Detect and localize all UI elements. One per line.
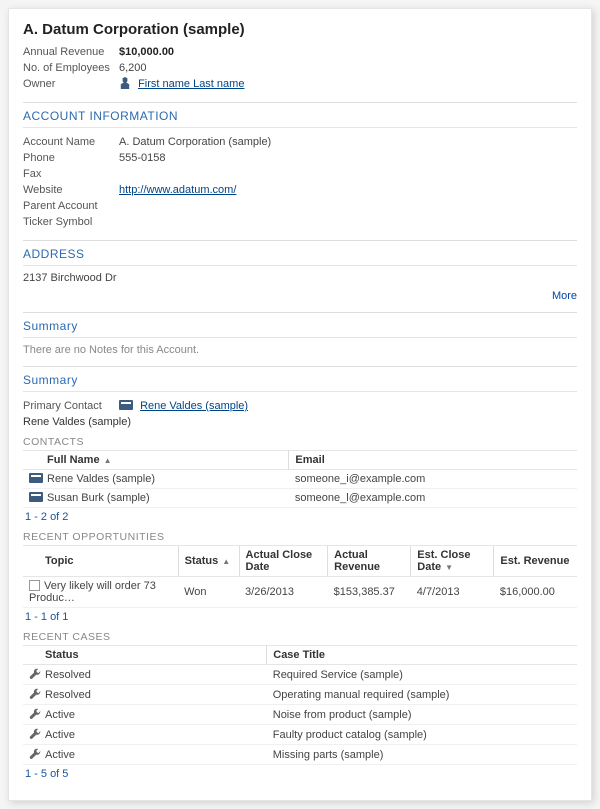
table-row[interactable]: Rene Valdes (sample) someone_i@example.co… [23,470,577,489]
opp-est-close: 4/7/2013 [411,577,494,608]
opportunities-pager[interactable]: 1 - 1 of 1 [25,611,577,623]
checkbox-icon[interactable] [29,580,40,591]
case-status: Resolved [23,665,267,685]
website-link[interactable]: http://www.adatum.com/ [119,184,236,196]
employees-label: No. of Employees [23,60,119,76]
page-title: A. Datum Corporation (sample) [23,21,577,38]
table-row[interactable]: ActiveMissing parts (sample) [23,745,577,765]
case-title: Missing parts (sample) [267,745,577,765]
table-row[interactable]: ResolvedRequired Service (sample) [23,665,577,685]
opportunities-table: Topic Status Actual Close Date Actual Re… [23,545,577,608]
contact-email: someone_l@example.com [289,489,577,508]
contacts-col-name[interactable]: Full Name [23,451,289,470]
address-more-link[interactable]: More [552,290,577,302]
account-info-row: Account NameA. Datum Corporation (sample… [23,134,577,150]
person-icon [119,77,131,89]
contact-card-icon [29,473,43,483]
table-row[interactable]: ActiveNoise from product (sample) [23,705,577,725]
account-info-row: Ticker Symbol [23,214,577,230]
primary-contact-link[interactable]: Rene Valdes (sample) [140,400,248,412]
opp-topic: Very likely will order 73 Produc… [23,577,178,608]
wrench-icon [29,728,41,740]
case-status: Resolved [23,685,267,705]
header-row-revenue: Annual Revenue $10,000.00 [23,44,577,60]
owner-link[interactable]: First name Last name [138,78,244,90]
cases-pager[interactable]: 1 - 5 of 5 [25,768,577,780]
primary-contact-row: Primary Contact Rene Valdes (sample) [23,398,577,414]
case-title: Operating manual required (sample) [267,685,577,705]
employees-value: 6,200 [119,60,147,76]
owner-label: Owner [23,76,119,92]
annual-revenue-label: Annual Revenue [23,44,119,60]
account-info-row: Websitehttp://www.adatum.com/ [23,182,577,198]
header-row-employees: No. of Employees 6,200 [23,60,577,76]
opp-actual-rev: $153,385.37 [328,577,411,608]
case-status: Active [23,705,267,725]
opp-col-topic[interactable]: Topic [23,546,178,577]
case-title: Faulty product catalog (sample) [267,725,577,745]
contact-email: someone_i@example.com [289,470,577,489]
annual-revenue-value: $10,000.00 [119,44,174,60]
primary-contact-label: Primary Contact [23,398,119,414]
cases-col-status[interactable]: Status [23,646,267,665]
account-info-row: Parent Account [23,198,577,214]
account-info-label: Account Name [23,134,119,150]
account-info-value: A. Datum Corporation (sample) [119,134,271,150]
case-status: Active [23,725,267,745]
account-info-label: Ticker Symbol [23,214,119,230]
account-info-value: http://www.adatum.com/ [119,182,236,198]
wrench-icon [29,688,41,700]
case-title: Required Service (sample) [267,665,577,685]
wrench-icon [29,668,41,680]
contacts-col-email[interactable]: Email [289,451,577,470]
opp-est-rev: $16,000.00 [494,577,577,608]
opp-col-est-rev[interactable]: Est. Revenue [494,546,577,577]
section-summary: Summary [23,373,577,392]
cases-table: Status Case Title ResolvedRequired Servi… [23,645,577,765]
opp-col-actual-rev[interactable]: Actual Revenue [328,546,411,577]
account-info-row: Fax [23,166,577,182]
section-summary-notes: Summary [23,319,577,338]
section-account-info: ACCOUNT INFORMATION [23,109,577,128]
contacts-table: Full Name Email Rene Valdes (sample) some… [23,450,577,508]
table-row[interactable]: Susan Burk (sample) someone_l@example.com [23,489,577,508]
case-status: Active [23,745,267,765]
contacts-pager[interactable]: 1 - 2 of 2 [25,511,577,523]
contact-name: Susan Burk (sample) [47,492,150,504]
account-info-value: 555-0158 [119,150,166,166]
opp-actual-close: 3/26/2013 [239,577,328,608]
header-row-owner: Owner First name Last name [23,76,577,92]
account-info-row: Phone555-0158 [23,150,577,166]
account-info-label: Phone [23,150,119,166]
table-row[interactable]: ResolvedOperating manual required (sampl… [23,685,577,705]
opp-col-status[interactable]: Status [178,546,239,577]
address-line: 2137 Birchwood Dr [23,272,577,284]
record-panel: A. Datum Corporation (sample) Annual Rev… [8,8,592,801]
account-info-label: Parent Account [23,198,119,214]
notes-empty-text: There are no Notes for this Account. [23,344,577,356]
table-row[interactable]: ActiveFaulty product catalog (sample) [23,725,577,745]
account-info-label: Website [23,182,119,198]
section-address: ADDRESS [23,247,577,266]
summary-full-name: Rene Valdes (sample) [23,416,577,428]
opp-col-actual-close[interactable]: Actual Close Date [239,546,328,577]
section-opportunities: RECENT OPPORTUNITIES [23,531,577,543]
section-contacts: CONTACTS [23,436,577,448]
contact-card-icon [29,492,43,502]
case-title: Noise from product (sample) [267,705,577,725]
contact-card-icon [119,400,133,410]
section-cases: RECENT CASES [23,631,577,643]
table-row[interactable]: Very likely will order 73 Produc…Won3/26… [23,577,577,608]
cases-col-title[interactable]: Case Title [267,646,577,665]
contact-name: Rene Valdes (sample) [47,473,155,485]
account-info-label: Fax [23,166,119,182]
opp-status: Won [178,577,239,608]
wrench-icon [29,748,41,760]
wrench-icon [29,708,41,720]
opp-col-est-close[interactable]: Est. Close Date [411,546,494,577]
